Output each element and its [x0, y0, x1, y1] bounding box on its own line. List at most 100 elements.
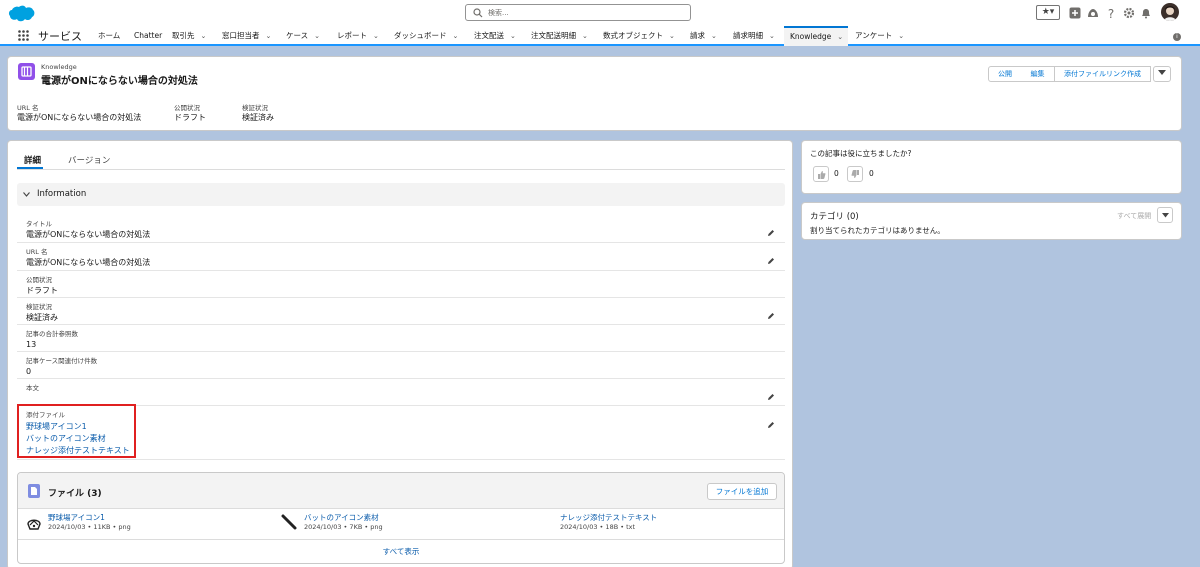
salesforce-logo[interactable]: [8, 5, 35, 22]
add-icon[interactable]: [1069, 7, 1081, 19]
field-value: 0: [26, 367, 32, 376]
file-name-link[interactable]: 野球場アイコン1: [48, 512, 105, 523]
thumbs-down-button[interactable]: [847, 166, 863, 182]
files-related-list: ファイル (3) ファイルを追加 野球場アイコン1 2024/10/03 • 1…: [17, 472, 785, 564]
svg-text:?: ?: [1108, 7, 1114, 19]
nav-item-chatter[interactable]: Chatter: [134, 26, 162, 46]
record-type-label: Knowledge: [41, 63, 77, 71]
nav-item-surveys[interactable]: アンケート ⌄: [855, 26, 904, 46]
thumbs-up-button[interactable]: [813, 166, 829, 182]
categories-menu-button[interactable]: [1157, 207, 1173, 223]
nav-item-home[interactable]: ホーム: [98, 26, 120, 46]
nav-item-formula-objects[interactable]: 数式オブジェクト ⌄: [603, 26, 675, 46]
trailhead-icon[interactable]: [1087, 7, 1099, 19]
tab-details[interactable]: 詳細: [24, 154, 41, 166]
favorites-button[interactable]: ★▾: [1036, 5, 1060, 20]
publish-button[interactable]: 公開: [988, 66, 1022, 82]
file-name-link[interactable]: バットのアイコン素材: [304, 512, 379, 523]
file-name-link[interactable]: ナレッジ添付テストテキスト: [560, 512, 657, 523]
highlight-value-publish-status: ドラフト: [174, 113, 206, 122]
chevron-down-icon[interactable]: ⌄: [453, 26, 459, 46]
pencil-icon[interactable]: [767, 257, 775, 265]
field-value: ドラフト: [26, 286, 58, 295]
nav-item-invoice-lines[interactable]: 請求明細 ⌄: [733, 26, 775, 46]
tab-divider: [17, 169, 785, 170]
knowledge-icon: [18, 63, 35, 80]
section-title: Information: [37, 189, 87, 199]
nav-item-invoices[interactable]: 請求 ⌄: [690, 26, 717, 46]
view-all-link[interactable]: すべて表示: [18, 539, 784, 563]
field-label: 記事の合計参照数: [26, 330, 78, 338]
chevron-down-icon[interactable]: ⌄: [510, 26, 516, 46]
chevron-down-icon[interactable]: ⌄: [711, 26, 717, 46]
edit-button[interactable]: 編集: [1021, 66, 1055, 82]
highlight-label-publish-status: 公開状況: [174, 104, 200, 112]
nav-item-knowledge[interactable]: Knowledge ⌄: [784, 26, 848, 46]
tab-versions[interactable]: バージョン: [68, 154, 110, 166]
field-label: URL 名: [26, 248, 48, 256]
categories-empty-message: 割り当てられたカテゴリはありません。: [810, 226, 945, 235]
highlight-label-url: URL 名: [17, 104, 39, 112]
field-case-associations: 記事ケース関連付け件数 0: [17, 352, 785, 379]
highlight-annotation-box: [17, 404, 136, 458]
bell-icon[interactable]: [1140, 7, 1152, 19]
pencil-icon[interactable]: [767, 312, 775, 320]
nav-item-accounts[interactable]: 取引先 ⌄: [172, 26, 206, 46]
nav-item-label: 取引先: [172, 31, 195, 40]
pencil-icon[interactable]: [767, 421, 775, 429]
nav-item-cases[interactable]: ケース ⌄: [286, 26, 320, 46]
create-attachment-link-button[interactable]: 添付ファイルリンク作成: [1055, 66, 1151, 82]
global-search-input[interactable]: 検索...: [465, 4, 691, 21]
nav-item-reports[interactable]: レポート ⌄: [337, 26, 379, 46]
avatar[interactable]: [1161, 3, 1179, 21]
field-value: 13: [26, 340, 37, 349]
chevron-down-icon[interactable]: ⌄: [582, 26, 588, 46]
field-total-views: 記事の合計参照数 13: [17, 325, 785, 352]
field-title: タイトル 電源がONにならない場合の対処法: [17, 214, 785, 243]
chevron-down-icon[interactable]: ⌄: [837, 28, 843, 46]
nav-item-label: レポート: [337, 31, 367, 40]
nav-item-label: ダッシュボード: [394, 31, 447, 40]
nav-item-shipment-items[interactable]: 注文配送明細 ⌄: [531, 26, 588, 46]
app-launcher-icon[interactable]: [18, 30, 29, 41]
baseball-stadium-icon: [27, 519, 41, 530]
nav-item-label: 請求: [690, 31, 705, 40]
file-meta: 2024/10/03 • 18B • txt: [560, 523, 636, 531]
add-files-button[interactable]: ファイルを追加: [707, 483, 777, 500]
expand-all-link[interactable]: すべて展開: [1117, 211, 1151, 221]
field-validation-status: 検証状況 検証済み: [17, 298, 785, 325]
chevron-down-icon[interactable]: ⌄: [669, 26, 675, 46]
pencil-icon[interactable]: [767, 393, 775, 401]
field-publish-status: 公開状況 ドラフト: [17, 271, 785, 298]
chevron-down-icon: [1162, 213, 1169, 218]
nav-item-shipments[interactable]: 注文配送 ⌄: [474, 26, 516, 46]
field-url-name: URL 名 電源がONにならない場合の対処法: [17, 243, 785, 271]
thumbs-up-count: 0: [834, 169, 839, 178]
nav-item-label: 注文配送明細: [531, 31, 576, 40]
nav-item-contacts[interactable]: 窓口担当者 ⌄: [222, 26, 271, 46]
nav-item-label: Knowledge: [790, 32, 832, 41]
chevron-down-icon[interactable]: ⌄: [769, 26, 775, 46]
pencil-icon[interactable]: [767, 229, 775, 237]
help-icon[interactable]: ?: [1105, 7, 1117, 19]
active-tab-indicator: [17, 167, 43, 169]
section-information-header[interactable]: Information: [17, 183, 785, 206]
field-value: 電源がONにならない場合の対処法: [26, 258, 151, 267]
nav-item-label: ホーム: [98, 31, 121, 40]
nav-item-label: ケース: [286, 31, 309, 40]
nav-item-label: 数式オブジェクト: [603, 31, 663, 40]
thumbs-up-icon: [818, 171, 826, 179]
global-header: 検索... ★▾ ?: [0, 0, 1200, 26]
field-label: 本文: [26, 384, 39, 392]
info-icon[interactable]: i: [1173, 33, 1181, 41]
nav-item-label: 窓口担当者: [222, 31, 260, 40]
chevron-down-icon[interactable]: ⌄: [373, 26, 379, 46]
chevron-down-icon[interactable]: ⌄: [201, 26, 207, 46]
more-actions-button[interactable]: [1153, 66, 1171, 82]
chevron-down-icon[interactable]: ⌄: [898, 26, 904, 46]
gear-icon[interactable]: [1123, 7, 1135, 19]
chevron-down-icon[interactable]: ⌄: [314, 26, 320, 46]
nav-item-dashboards[interactable]: ダッシュボード ⌄: [394, 26, 458, 46]
chevron-down-icon[interactable]: ⌄: [266, 26, 272, 46]
highlight-value-url: 電源がONにならない場合の対処法: [17, 113, 142, 122]
